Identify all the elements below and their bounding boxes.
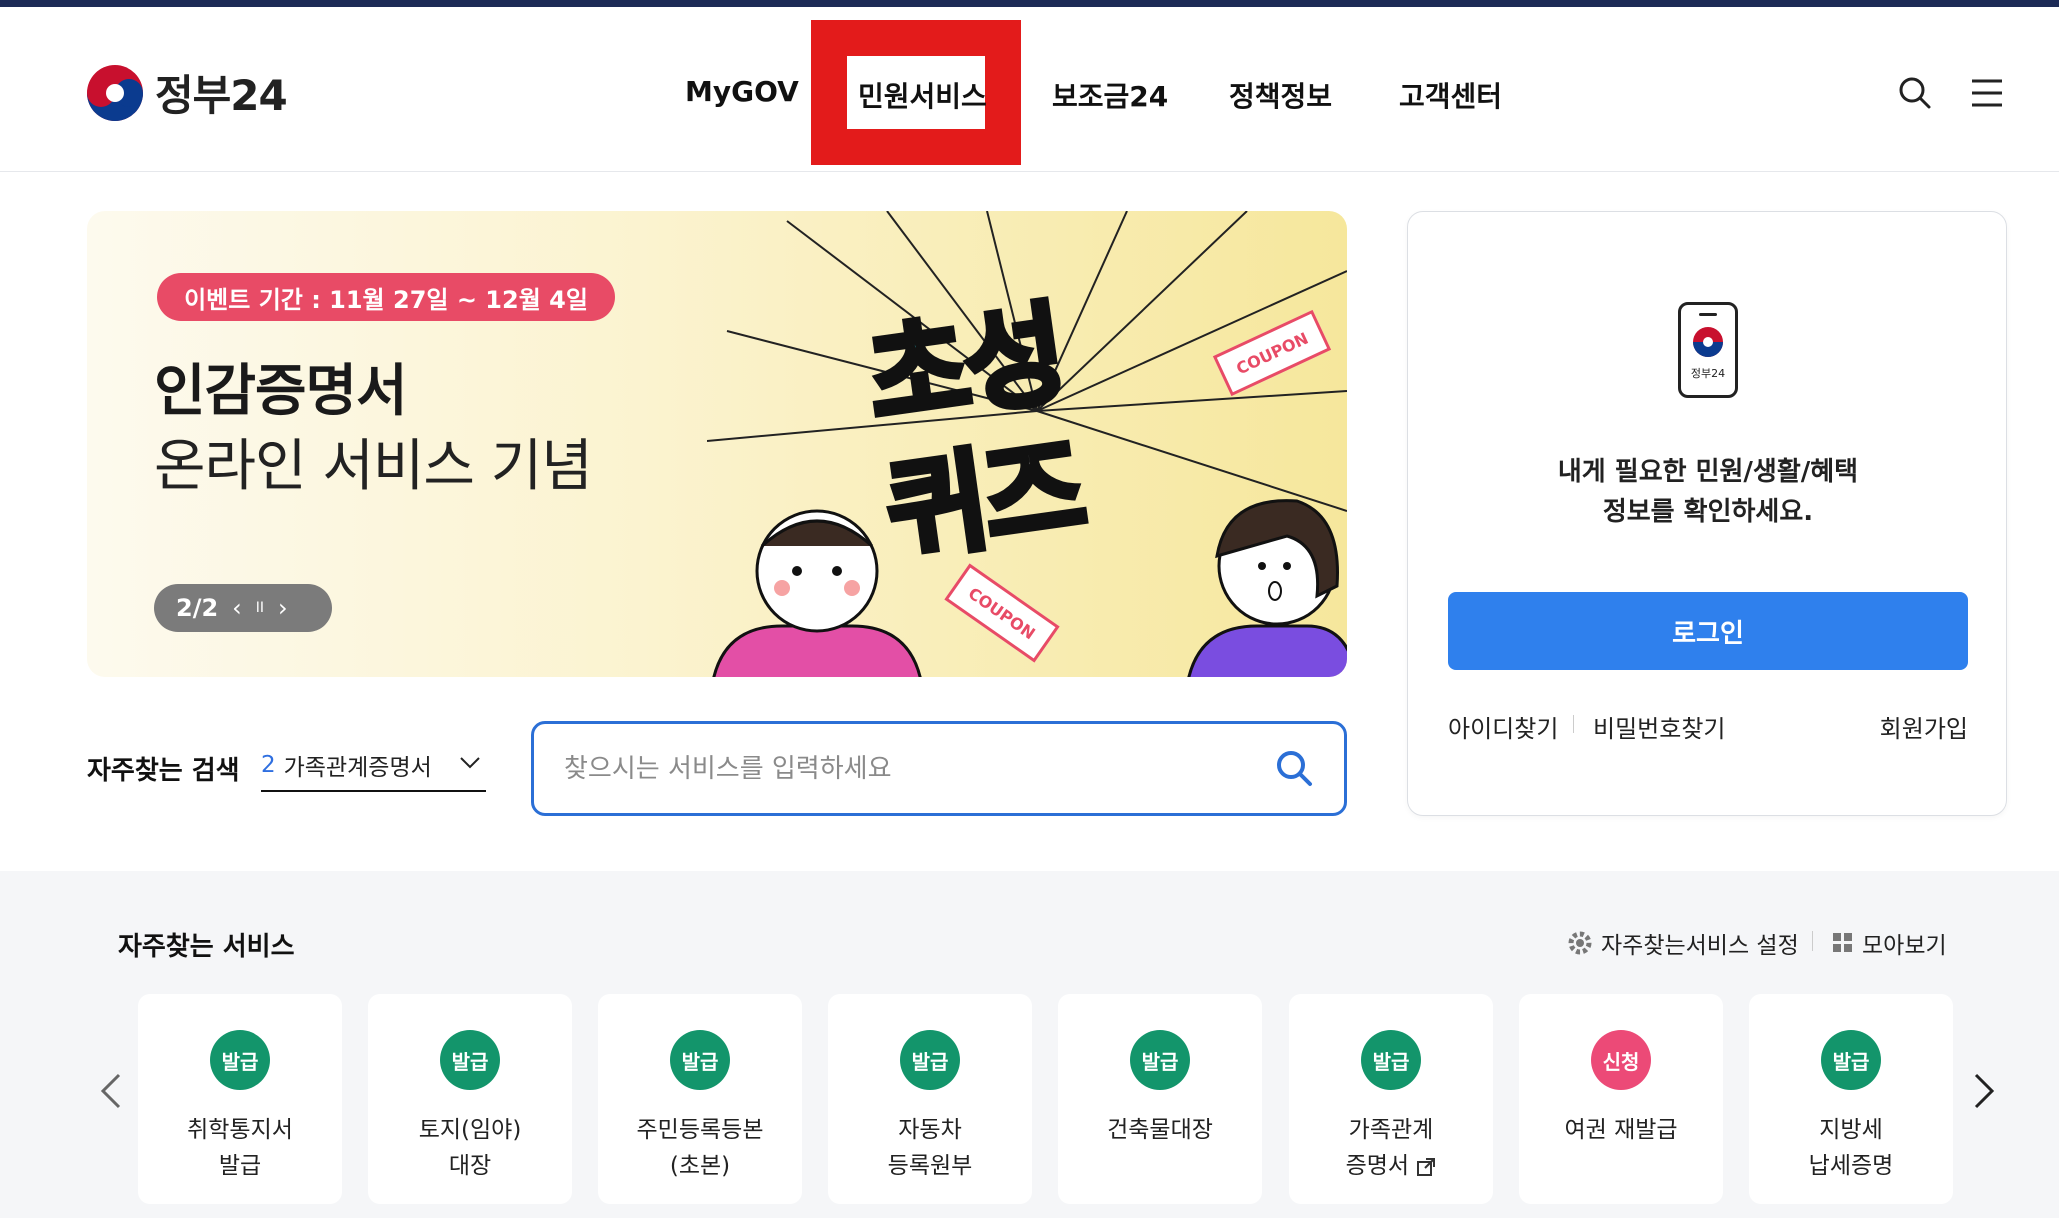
service-card[interactable]: 발급 토지(임야) 대장 — [368, 994, 572, 1204]
services-settings-button[interactable]: 자주찾는서비스 설정 — [1567, 926, 1799, 960]
banner-title-sub: 온라인 서비스 기념 — [154, 434, 593, 499]
service-card[interactable]: 발급 취학통지서 발급 — [138, 994, 342, 1204]
service-label: 지방세 납세증명 — [1808, 1117, 1894, 1179]
carousel-next-icon[interactable] — [1970, 1071, 1998, 1115]
frequent-search-term: 가족관계증명서 — [283, 755, 432, 781]
service-label: 건축물대장 — [1107, 1117, 1213, 1143]
person-illustration — [1187, 499, 1347, 677]
badge-issue: 발급 — [1361, 1030, 1421, 1090]
gear-icon — [1568, 931, 1592, 955]
link-divider — [1573, 715, 1574, 733]
search-icon[interactable] — [1897, 75, 1937, 115]
pager-next-icon[interactable]: › — [278, 594, 288, 622]
external-link-icon — [1417, 1157, 1436, 1176]
badge-apply: 신청 — [1591, 1030, 1651, 1090]
nav-customer-center[interactable]: 고객센터 — [1399, 75, 1502, 115]
grid-icon — [1833, 933, 1852, 952]
nav-policy-info[interactable]: 정책정보 — [1229, 75, 1332, 115]
find-id-link[interactable]: 아이디찾기 — [1448, 709, 1558, 744]
service-card[interactable]: 발급 자동차 등록원부 — [828, 994, 1032, 1204]
chevron-down-icon — [458, 750, 482, 780]
login-button[interactable]: 로그인 — [1448, 592, 1968, 670]
section-title: 자주찾는 서비스 — [118, 932, 295, 962]
service-label: 주민등록등본 (초본) — [636, 1117, 764, 1179]
carousel-prev-icon[interactable] — [97, 1071, 125, 1115]
logo-text: 정부24 — [155, 71, 288, 120]
service-label: 여권 재발급 — [1564, 1117, 1678, 1143]
service-label: 취학통지서 발급 — [187, 1117, 293, 1179]
person-illustration — [712, 509, 922, 677]
find-password-link[interactable]: 비밀번호찾기 — [1593, 709, 1725, 744]
badge-issue: 발급 — [440, 1030, 500, 1090]
nav-civil-service[interactable]: 민원서비스 — [858, 75, 987, 115]
service-search-box — [531, 721, 1347, 816]
service-card[interactable]: 신청 여권 재발급 — [1519, 994, 1723, 1204]
login-card: 정부24 내게 필요한 민원/생활/혜택 정보를 확인하세요. 로그인 아이디찾… — [1407, 211, 2007, 816]
search-submit-icon[interactable] — [1274, 748, 1314, 792]
service-label: 가족관계 증명서 — [1289, 1112, 1493, 1184]
service-card[interactable]: 발급 주민등록등본 (초본) — [598, 994, 802, 1204]
banner-pager: 2/2 ‹ II › — [154, 584, 332, 632]
login-description: 내게 필요한 민원/생활/혜택 정보를 확인하세요. — [1557, 457, 1859, 527]
pager-prev-icon[interactable]: ‹ — [232, 594, 242, 622]
frequent-services-section: 자주찾는 서비스 자주찾는서비스 설정 모아보기 발급 취학통지서 발급 발급 … — [0, 871, 2059, 1218]
badge-issue: 발급 — [1130, 1030, 1190, 1090]
service-label: 토지(임야) 대장 — [418, 1117, 522, 1179]
site-logo[interactable]: 정부24 — [87, 62, 288, 123]
pager-pause-icon[interactable]: II — [256, 600, 264, 616]
signup-link[interactable]: 회원가입 — [1880, 709, 1968, 744]
service-card[interactable]: 발급 가족관계 증명서 — [1289, 994, 1493, 1204]
login-links: 아이디찾기 비밀번호찾기 회원가입 — [1448, 709, 1968, 743]
pager-count: 2/2 — [176, 594, 219, 622]
divider — [1812, 931, 1813, 951]
event-banner[interactable]: 이벤트 기간 : 11월 27일 ~ 12월 4일 인감증명서 온라인 서비스 … — [87, 211, 1347, 677]
service-card[interactable]: 발급 건축물대장 — [1058, 994, 1262, 1204]
frequent-search-dropdown[interactable]: 2 가족관계증명서 — [261, 740, 486, 792]
nav-subsidy24[interactable]: 보조금24 — [1052, 75, 1168, 115]
service-label: 자동차 등록원부 — [887, 1117, 973, 1179]
badge-issue: 발급 — [900, 1030, 960, 1090]
service-card[interactable]: 발급 지방세 납세증명 — [1749, 994, 1953, 1204]
service-search-input[interactable] — [564, 746, 1244, 792]
badge-issue: 발급 — [1821, 1030, 1881, 1090]
frequent-search-label: 자주찾는 검색 — [87, 756, 240, 786]
nav-mygov[interactable]: MyGOV — [685, 75, 799, 108]
event-period-pill: 이벤트 기간 : 11월 27일 ~ 12월 4일 — [157, 273, 615, 321]
badge-issue: 발급 — [210, 1030, 270, 1090]
banner-title-main: 인감증명서 — [154, 359, 408, 424]
top-accent-bar — [0, 0, 2059, 7]
mobile-phone-icon: 정부24 — [1678, 302, 1738, 398]
site-header: 정부24 MyGOV 민원서비스 보조금24 정책정보 고객센터 — [0, 7, 2059, 172]
view-all-button[interactable]: 모아보기 — [1832, 926, 1947, 960]
badge-issue: 발급 — [670, 1030, 730, 1090]
hamburger-menu-icon[interactable] — [1970, 77, 2010, 117]
frequent-search-rank: 2 — [261, 752, 276, 778]
taegeuk-logo-icon — [87, 64, 143, 121]
